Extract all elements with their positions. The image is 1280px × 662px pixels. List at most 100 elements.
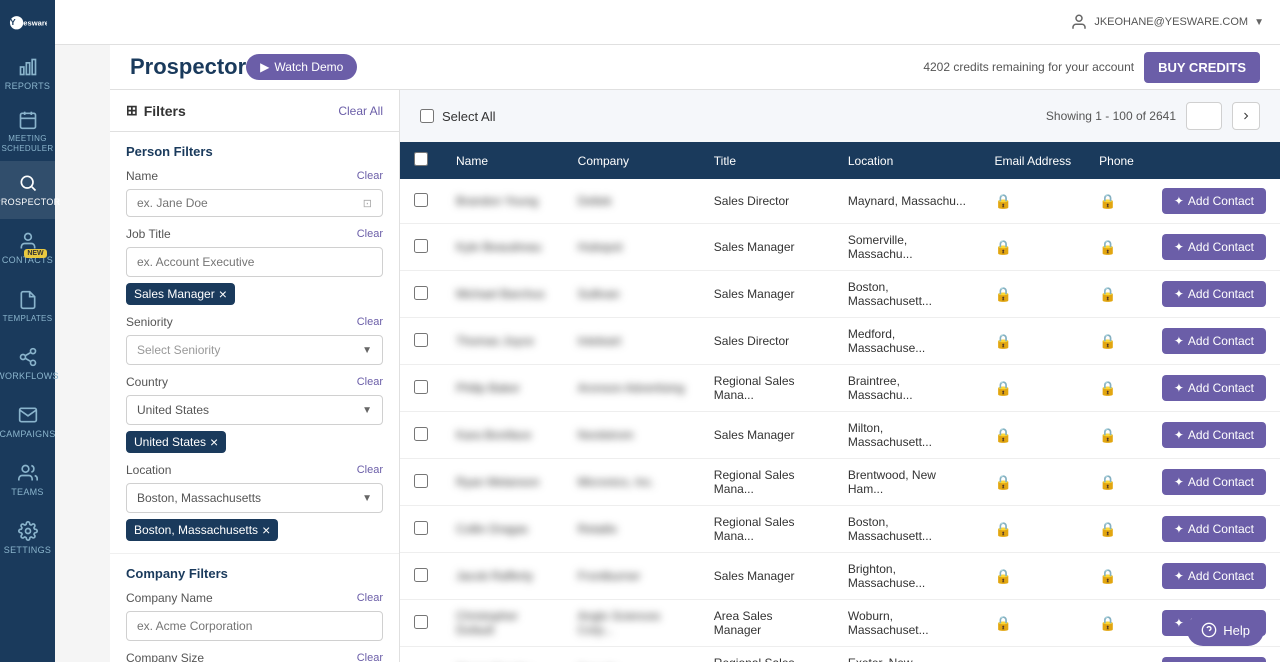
location-label: Location	[126, 463, 171, 477]
row-checkbox-0[interactable]	[414, 193, 428, 207]
company-size-clear[interactable]: Clear	[357, 652, 383, 662]
row-checkbox-5[interactable]	[414, 427, 428, 441]
add-contact-button-10[interactable]: ✦ Add Contact	[1162, 657, 1266, 662]
help-button[interactable]: Help	[1187, 614, 1264, 646]
watch-demo-button[interactable]: ▶ Watch Demo	[246, 54, 357, 80]
page-input[interactable]: 1	[1186, 102, 1222, 130]
sidebar-item-settings[interactable]: SETTINGS	[0, 509, 55, 567]
job-title-tag-remove[interactable]: ×	[219, 287, 227, 301]
job-title-input[interactable]	[126, 247, 383, 277]
row-name-10: Storm Murphy	[442, 647, 564, 662]
add-contact-button-2[interactable]: ✦ Add Contact	[1162, 281, 1266, 307]
filters-panel: ⊞ Filters Clear All Person Filters Name …	[110, 90, 400, 662]
next-page-button[interactable]	[1232, 102, 1260, 130]
templates-badge: NEW	[24, 249, 46, 258]
row-location-2: Boston, Massachusett...	[834, 271, 981, 318]
location-tag-remove[interactable]: ×	[262, 523, 270, 537]
company-name-clear[interactable]: Clear	[357, 592, 383, 604]
add-contact-button-6[interactable]: ✦ Add Contact	[1162, 469, 1266, 495]
chevron-down-icon: ▼	[362, 493, 372, 504]
row-title-9: Area Sales Manager	[700, 600, 834, 647]
funnel-icon: ⊞	[126, 102, 138, 119]
col-location: Location	[834, 142, 981, 179]
row-location-5: Milton, Massachusett...	[834, 412, 981, 459]
chevron-down-icon: ▼	[362, 405, 372, 416]
country-tag-remove[interactable]: ×	[210, 435, 218, 449]
row-company-7: Retailix	[564, 506, 700, 553]
chevron-down-icon: ▼	[362, 345, 372, 356]
select-all-left: Select All	[420, 109, 495, 124]
job-title-label-row: Job Title Clear	[126, 227, 383, 241]
add-contact-button-8[interactable]: ✦ Add Contact	[1162, 563, 1266, 589]
table-row: Kara Boniface Nordstrom Sales Manager Mi…	[400, 412, 1280, 459]
seniority-select[interactable]: Select Seniority ▼	[126, 335, 383, 365]
logo[interactable]: Y esware	[0, 0, 55, 45]
user-email: JKEOHANE@YESWARE.COM	[1094, 16, 1248, 28]
row-location-9: Woburn, Massachuset...	[834, 600, 981, 647]
row-email-6: 🔒	[980, 459, 1085, 506]
sidebar-item-contacts[interactable]: CONTACTS	[0, 219, 55, 277]
name-clear[interactable]: Clear	[357, 170, 383, 182]
country-clear[interactable]: Clear	[357, 376, 383, 388]
country-select[interactable]: United States ▼	[126, 395, 383, 425]
main-content: JKEOHANE@YESWARE.COM ▼ Prospector ▶ Watc…	[110, 0, 1280, 662]
add-contact-button-3[interactable]: ✦ Add Contact	[1162, 328, 1266, 354]
row-title-0: Sales Director	[700, 179, 834, 224]
row-name-4: Philip Baker	[442, 365, 564, 412]
buy-credits-button[interactable]: BUY CREDITS	[1144, 52, 1260, 83]
job-title-clear[interactable]: Clear	[357, 228, 383, 240]
row-checkbox-1[interactable]	[414, 239, 428, 253]
row-phone-1: 🔒	[1085, 224, 1148, 271]
add-contact-button-5[interactable]: ✦ Add Contact	[1162, 422, 1266, 448]
company-size-label-row: Company Size Clear	[126, 651, 383, 662]
select-all-checkbox[interactable]	[420, 109, 434, 123]
row-checkbox-3[interactable]	[414, 333, 428, 347]
add-contact-button-1[interactable]: ✦ Add Contact	[1162, 234, 1266, 260]
user-info[interactable]: JKEOHANE@YESWARE.COM ▼	[1070, 13, 1264, 31]
row-checkbox-8[interactable]	[414, 568, 428, 582]
row-company-8: Frontburner	[564, 553, 700, 600]
row-checkbox-2[interactable]	[414, 286, 428, 300]
sidebar-item-workflows[interactable]: WORKFLOWS	[0, 335, 55, 393]
row-location-4: Braintree, Massachu...	[834, 365, 981, 412]
row-title-8: Sales Manager	[700, 553, 834, 600]
row-checkbox-7[interactable]	[414, 521, 428, 535]
table-row: Christopher Dufault Anglo Sciences Corp.…	[400, 600, 1280, 647]
row-phone-9: 🔒	[1085, 600, 1148, 647]
pagination-area: Showing 1 - 100 of 2641 1	[1046, 102, 1260, 130]
company-name-input[interactable]	[126, 611, 383, 641]
row-email-10: 🔒	[980, 647, 1085, 662]
add-contact-button-4[interactable]: ✦ Add Contact	[1162, 375, 1266, 401]
sidebar-item-teams[interactable]: TEAMS	[0, 451, 55, 509]
table-row: Ryan Melanson Micronics, Inc. Regional S…	[400, 459, 1280, 506]
name-label: Name	[126, 169, 158, 183]
left-nav: Y esware REPORTS MEETING SCHEDULER PROSP…	[0, 0, 55, 662]
sidebar-item-meeting-scheduler[interactable]: MEETING SCHEDULER	[0, 103, 55, 161]
sidebar-item-campaigns[interactable]: CAMPAIGNS	[0, 393, 55, 451]
sidebar-item-templates[interactable]: TEMPLATES	[0, 277, 55, 335]
table-row: Kyle Beaudreau Hubspot Sales Manager Som…	[400, 224, 1280, 271]
seniority-clear[interactable]: Clear	[357, 316, 383, 328]
row-checkbox-6[interactable]	[414, 474, 428, 488]
clear-all-link[interactable]: Clear All	[338, 104, 383, 118]
add-contact-button-0[interactable]: ✦ Add Contact	[1162, 188, 1266, 214]
name-input[interactable]	[137, 196, 363, 210]
location-clear[interactable]: Clear	[357, 464, 383, 476]
row-location-10: Exeter, New Hampshir...	[834, 647, 981, 662]
svg-text:Y: Y	[9, 17, 15, 27]
row-phone-6: 🔒	[1085, 459, 1148, 506]
header-checkbox[interactable]	[414, 152, 428, 166]
person-filters-title: Person Filters	[126, 144, 383, 159]
table-row: Thomas Joyce Inteleart Sales Director Me…	[400, 318, 1280, 365]
row-title-7: Regional Sales Mana...	[700, 506, 834, 553]
row-email-2: 🔒	[980, 271, 1085, 318]
row-checkbox-9[interactable]	[414, 615, 428, 629]
sidebar-item-reports[interactable]: REPORTS	[0, 45, 55, 103]
select-all-bar: Select All Showing 1 - 100 of 2641 1	[400, 90, 1280, 142]
table-row: Philip Baker Aronson Advertising Regiona…	[400, 365, 1280, 412]
add-contact-button-7[interactable]: ✦ Add Contact	[1162, 516, 1266, 542]
col-company: Company	[564, 142, 700, 179]
sidebar-item-prospector[interactable]: PROSPECTOR	[0, 161, 55, 219]
location-select[interactable]: Boston, Massachusetts ▼	[126, 483, 383, 513]
row-checkbox-4[interactable]	[414, 380, 428, 394]
